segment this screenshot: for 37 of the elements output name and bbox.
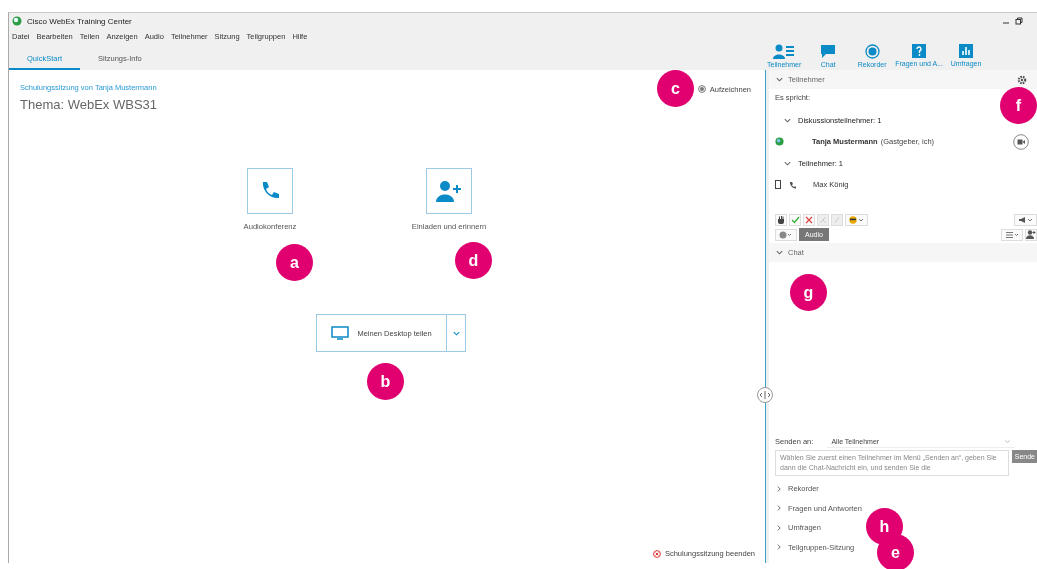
bar-chart-icon — [959, 44, 973, 58]
add-participant-button[interactable] — [1025, 228, 1037, 241]
list-button[interactable] — [1001, 228, 1023, 241]
monitor-icon — [331, 326, 350, 340]
question-icon — [912, 44, 927, 58]
add-person-icon — [1026, 230, 1036, 239]
record-icon — [697, 85, 706, 93]
settings-icon[interactable] — [1017, 74, 1027, 85]
action-button[interactable] — [426, 168, 472, 214]
smiley-icon — [849, 215, 864, 224]
mobile-device-icon — [775, 180, 781, 189]
cross-icon — [805, 215, 813, 224]
check-icon — [790, 215, 800, 224]
app-logo-icon — [12, 16, 22, 26]
video-camera-icon[interactable] — [1013, 133, 1029, 150]
participants-icon — [773, 44, 796, 59]
chevron-icon[interactable] — [775, 75, 784, 84]
phone-icon — [789, 180, 797, 189]
action-button[interactable] — [247, 168, 293, 214]
raise-hand-button[interactable] — [775, 213, 787, 226]
session-topic: Thema: WebEx WBS31 — [20, 97, 158, 112]
status-dot-icon — [779, 230, 793, 239]
emoji-button[interactable] — [845, 213, 868, 226]
no-button[interactable] — [803, 213, 815, 226]
hand-icon — [777, 215, 785, 224]
megaphone-button[interactable] — [1014, 213, 1037, 226]
chevron-icon — [1004, 437, 1011, 445]
window-title: Cisco WebEx Training Center — [27, 16, 132, 26]
status-ball-icon — [775, 137, 784, 146]
chevron-icon[interactable] — [775, 248, 784, 257]
record-icon — [864, 44, 880, 59]
chat-bubble-icon — [820, 44, 837, 59]
restore-icon[interactable] — [1015, 17, 1023, 25]
megaphone-icon — [1018, 215, 1033, 224]
list-icon — [1005, 230, 1019, 239]
add-person-icon — [436, 180, 462, 202]
splitter-handle-icon[interactable] — [757, 387, 773, 403]
